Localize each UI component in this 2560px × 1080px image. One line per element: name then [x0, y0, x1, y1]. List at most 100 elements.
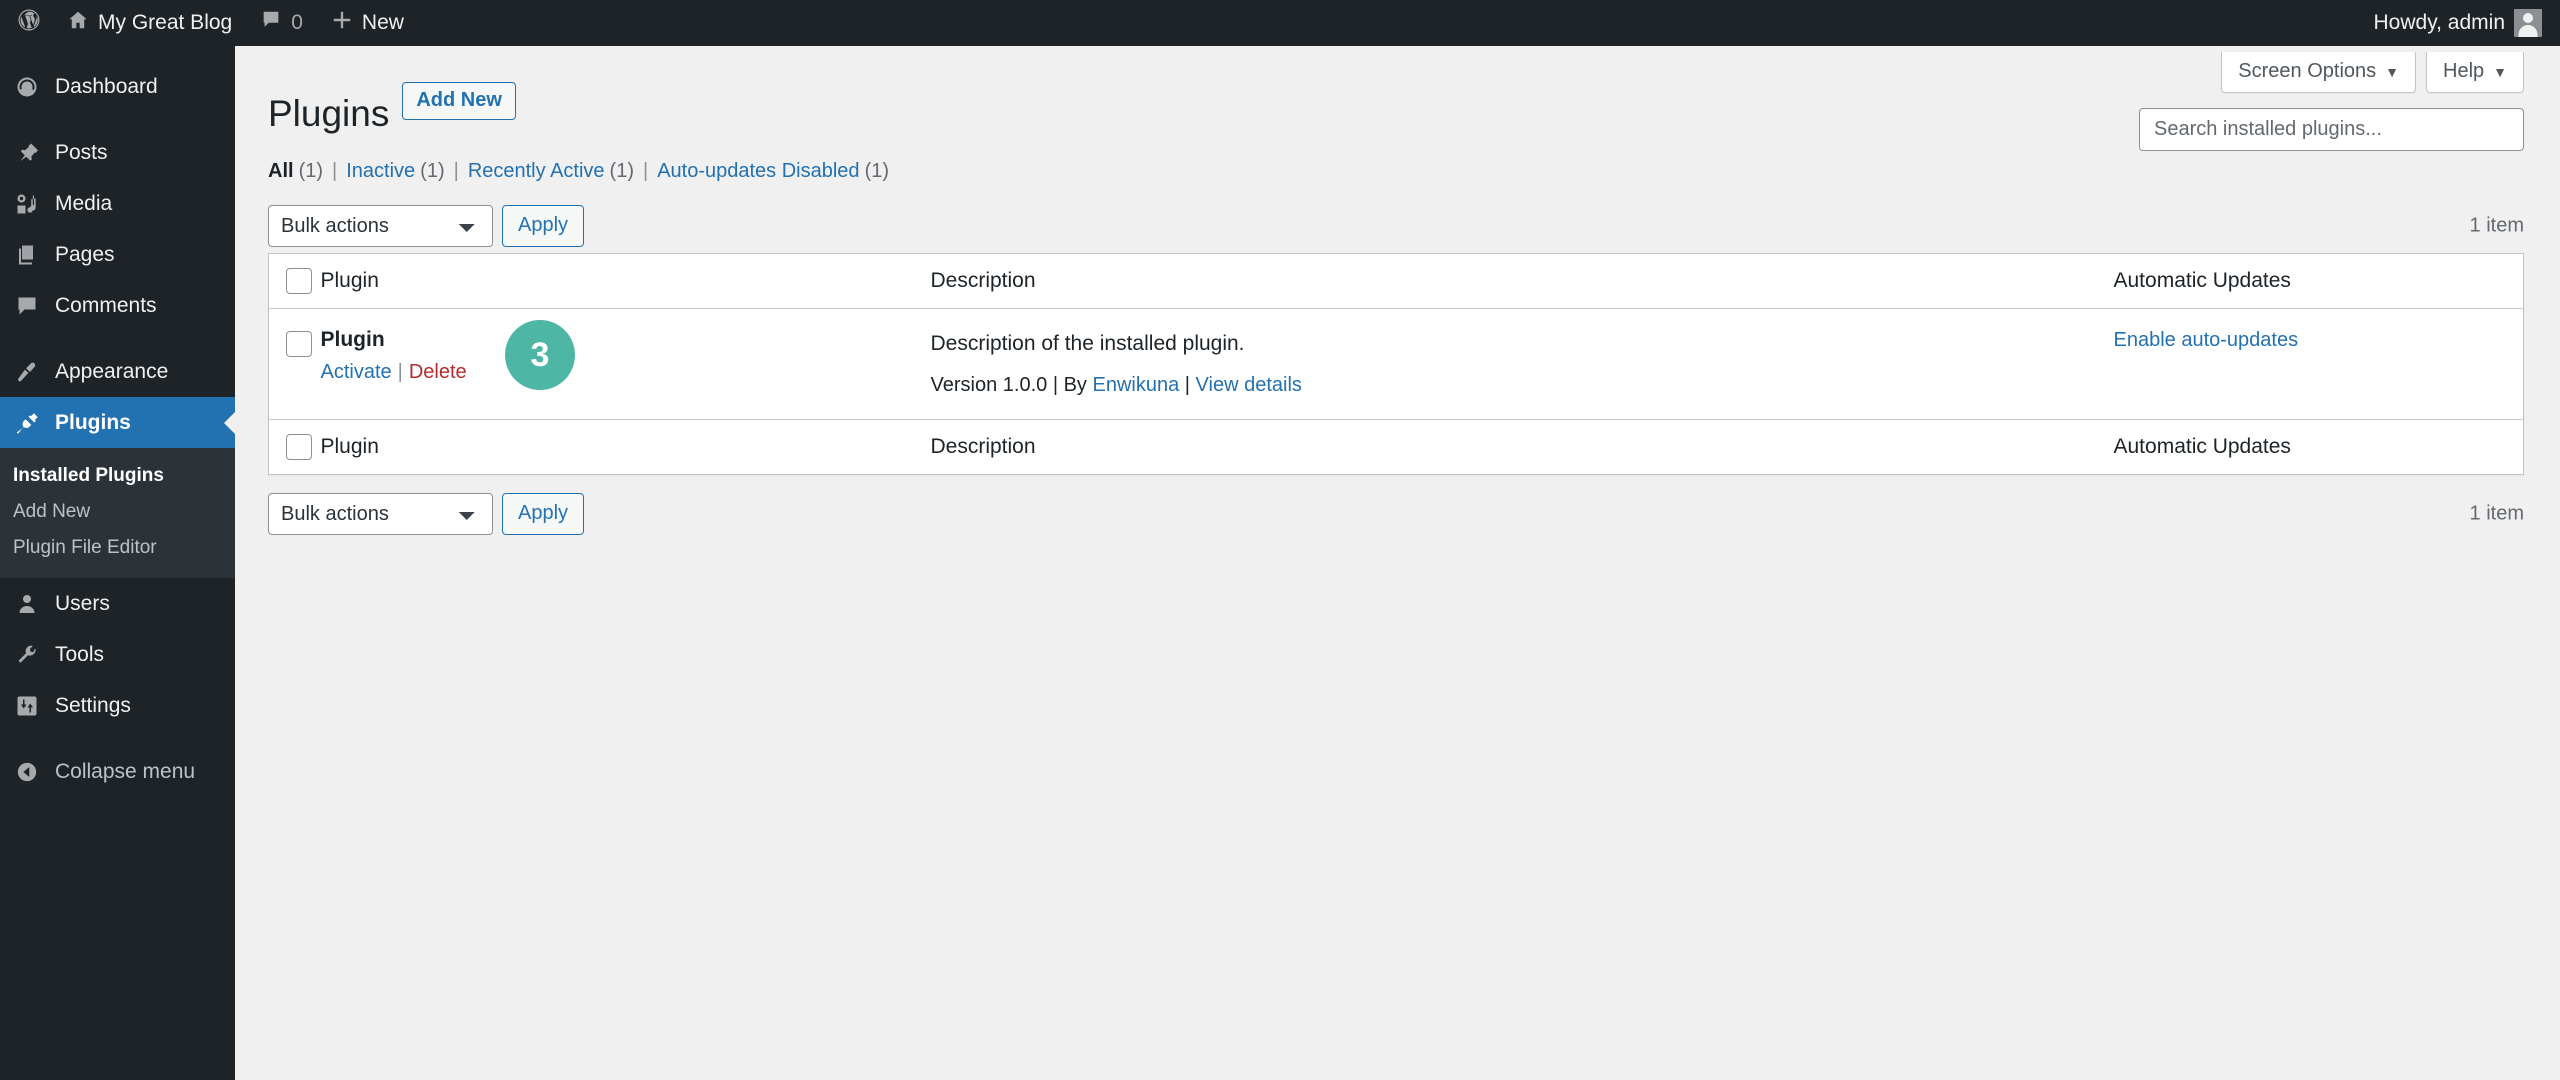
admin-content: Screen Options ▼ Help ▼ Plugins Add New … — [235, 46, 2560, 1080]
sidebar-item-label: Plugins — [55, 410, 131, 434]
delete-link[interactable]: Delete — [409, 361, 467, 384]
select-all-checkbox-top[interactable] — [286, 268, 312, 295]
add-new-plugin-button[interactable]: Add New — [402, 82, 516, 121]
sidebar-spacer-top — [0, 46, 235, 61]
chevron-left-circle-icon — [13, 758, 41, 786]
tablenav-bottom: Bulk actions Apply 1 item — [268, 491, 2524, 537]
media-icon — [13, 190, 41, 218]
sidebar-item-label: Posts — [55, 140, 108, 164]
submenu-item-plugin-file-editor[interactable]: Plugin File Editor — [0, 530, 235, 566]
filter-inactive: Inactive (1) — [346, 160, 444, 183]
plugin-auto-updates-cell: Enable auto-updates — [2114, 309, 2524, 420]
column-footer-description: Description — [930, 434, 1036, 458]
chevron-down-icon: ▼ — [2385, 63, 2399, 80]
howdy-label: Howdy, admin — [2373, 11, 2506, 34]
filter-recently-active-count: (1) — [609, 160, 634, 183]
site-name-button[interactable]: My Great Blog — [53, 0, 246, 46]
plus-icon — [331, 9, 353, 37]
sidebar-item-media[interactable]: Media — [0, 178, 235, 229]
filter-divider: | — [332, 160, 338, 183]
meta-separator: | — [1052, 373, 1059, 396]
filter-recently-active-link[interactable]: Recently Active — [468, 160, 605, 183]
bulk-actions-select-top[interactable]: Bulk actions — [268, 205, 493, 248]
new-content-button[interactable]: New — [317, 0, 418, 46]
enable-auto-updates-link[interactable]: Enable auto-updates — [2114, 329, 2299, 351]
sidebar-item-dashboard[interactable]: Dashboard — [0, 61, 235, 112]
plugins-submenu: Installed Plugins Add New Plugin File Ed… — [0, 448, 235, 578]
plugins-page-wrap: Screen Options ▼ Help ▼ Plugins Add New … — [235, 46, 2560, 537]
page-title: Plugins — [268, 93, 390, 134]
select-all-header — [269, 254, 321, 309]
filter-divider: | — [453, 160, 459, 183]
plugin-author-link[interactable]: Enwikuna — [1092, 374, 1179, 396]
sidebar-item-label: Pages — [55, 242, 115, 266]
plugin-name-cell: Plugin Activate | Delete — [321, 309, 931, 420]
sidebar-item-appearance[interactable]: Appearance — [0, 346, 235, 397]
plugin-description-cell: Description of the installed plugin. Ver… — [931, 309, 2114, 420]
sidebar-item-label: Settings — [55, 693, 131, 717]
sidebar-item-pages[interactable]: Pages — [0, 229, 235, 280]
filter-divider: | — [643, 160, 649, 183]
wordpress-logo-button[interactable] — [0, 0, 53, 46]
filter-auto-updates-disabled-link[interactable]: Auto-updates Disabled — [657, 160, 859, 183]
view-details-link[interactable]: View details — [1196, 374, 1302, 396]
row-checkbox[interactable] — [286, 331, 312, 358]
bulk-actions-select-bottom[interactable]: Bulk actions — [268, 492, 493, 535]
plugin-name: Plugin — [320, 328, 385, 352]
sidebar-item-label: Users — [55, 591, 110, 615]
pages-icon — [13, 241, 41, 269]
new-label: New — [361, 11, 404, 34]
screen-meta-links: Screen Options ▼ Help ▼ — [2221, 52, 2524, 93]
filter-recently-active: Recently Active (1) — [468, 160, 634, 183]
apply-button-bottom[interactable]: Apply — [502, 492, 585, 535]
help-button[interactable]: Help ▼ — [2426, 52, 2524, 93]
select-all-checkbox-bottom[interactable] — [286, 433, 312, 460]
site-name-label: My Great Blog — [98, 11, 233, 34]
help-label: Help — [2443, 60, 2485, 82]
filter-all-link[interactable]: All — [268, 160, 294, 183]
collapse-menu-button[interactable]: Collapse menu — [0, 746, 235, 797]
sidebar-item-posts[interactable]: Posts — [0, 127, 235, 178]
activate-link[interactable]: Activate — [321, 361, 392, 384]
sidebar-item-label: Dashboard — [55, 74, 158, 98]
wordpress-logo-icon — [17, 8, 41, 38]
comments-count: 0 — [291, 11, 303, 34]
select-all-footer — [269, 419, 321, 474]
column-header-plugin: Plugin — [320, 269, 379, 293]
filter-all-count: (1) — [298, 160, 324, 183]
home-icon — [67, 9, 89, 37]
submenu-item-installed-plugins[interactable]: Installed Plugins — [0, 458, 235, 494]
table-row: Plugin Activate | Delete Description of … — [269, 309, 2524, 420]
sidebar-item-label: Comments — [55, 293, 157, 317]
search-box — [2139, 108, 2524, 151]
comment-bubble-icon — [260, 9, 282, 37]
admin-bar: My Great Blog 0 New Howdy, admin — [0, 0, 2560, 46]
column-header-automatic-updates: Automatic Updates — [2113, 269, 2291, 293]
table-footer-row: Plugin Description Automatic Updates — [268, 419, 2524, 474]
apply-button-top[interactable]: Apply — [502, 205, 585, 248]
comments-button[interactable]: 0 — [246, 0, 317, 46]
settings-sliders-icon — [13, 692, 41, 720]
wrench-icon — [13, 641, 41, 669]
chevron-down-icon: ▼ — [2493, 63, 2507, 80]
sidebar-item-tools[interactable]: Tools — [0, 629, 235, 680]
my-account-button[interactable]: Howdy, admin — [2360, 0, 2542, 46]
column-footer-automatic-updates: Automatic Updates — [2113, 434, 2291, 458]
filter-inactive-link[interactable]: Inactive — [346, 160, 415, 183]
sidebar-item-settings[interactable]: Settings — [0, 680, 235, 731]
step-annotation-badge: 3 — [505, 320, 575, 390]
search-input[interactable] — [2139, 108, 2524, 151]
comment-bubble-icon — [13, 292, 41, 320]
sidebar-item-comments[interactable]: Comments — [0, 280, 235, 331]
screen-options-button[interactable]: Screen Options ▼ — [2221, 52, 2416, 93]
admin-bar-right: Howdy, admin — [2360, 0, 2560, 46]
tablenav-top: Bulk actions Apply 1 item — [268, 203, 2524, 249]
dashboard-gauge-icon — [13, 73, 41, 101]
sidebar-item-plugins[interactable]: Plugins — [0, 397, 235, 448]
sidebar-item-label: Appearance — [55, 359, 169, 383]
sidebar-item-users[interactable]: Users — [0, 578, 235, 629]
submenu-item-add-new[interactable]: Add New — [0, 494, 235, 530]
plugins-table-head: Plugin Description Automatic Updates — [268, 254, 2524, 309]
